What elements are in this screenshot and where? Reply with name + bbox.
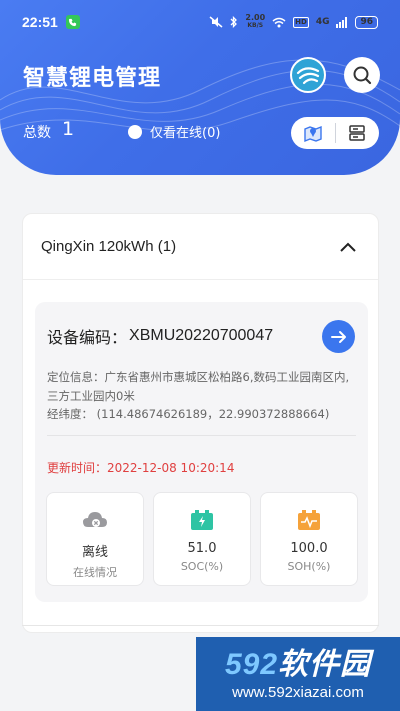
map-view-button[interactable] bbox=[291, 117, 335, 149]
watermark-number: 592 bbox=[224, 647, 279, 681]
update-time: 更新时间：2022-12-08 10:20:14 bbox=[47, 461, 235, 475]
brand-logo-icon bbox=[296, 67, 320, 85]
battery-charge-icon bbox=[190, 509, 214, 531]
page-title: 智慧锂电管理 bbox=[23, 66, 162, 91]
online-only-label: 仅看在线(0) bbox=[150, 126, 221, 141]
bluetooth-icon bbox=[230, 16, 238, 28]
arrow-right-icon bbox=[330, 330, 346, 343]
coordinates: 经纬度： (114.48674626189，22.990372888664) bbox=[47, 407, 330, 421]
header: 22:51 2.00 KB/S HD 4G 96 智慧锂电管理 总数 1 仅看在… bbox=[0, 0, 400, 175]
soh-label: SOH(%) bbox=[287, 560, 331, 573]
phone-call-icon bbox=[65, 15, 80, 29]
map-icon bbox=[304, 125, 322, 143]
signal-icon bbox=[336, 16, 348, 28]
total-count: 1 bbox=[62, 118, 75, 140]
stat-online-status: 离线 在线情况 bbox=[46, 492, 144, 586]
search-icon bbox=[353, 66, 372, 85]
status-icons: 2.00 KB/S HD 4G 96 bbox=[209, 14, 378, 30]
online-status-value: 离线 bbox=[81, 545, 108, 560]
status-time: 22:51 bbox=[22, 14, 58, 30]
soc-label: SOC(%) bbox=[180, 560, 224, 573]
device-group-panel: QingXin 120kWh (1) 设备编码： XBMU20220700047… bbox=[22, 213, 379, 633]
online-status-label: 在线情况 bbox=[73, 566, 117, 579]
stat-soc: 51.0 SOC(%) bbox=[153, 492, 251, 586]
watermark-title: 592软件园 bbox=[225, 648, 371, 682]
group-header[interactable]: QingXin 120kWh (1) bbox=[23, 214, 378, 280]
server-list-icon bbox=[349, 125, 365, 141]
list-view-button[interactable] bbox=[335, 117, 379, 149]
mute-icon bbox=[209, 16, 223, 28]
watermark: 592软件园 www.592xiazai.com bbox=[196, 637, 400, 711]
online-only-toggle[interactable]: 仅看在线(0) bbox=[128, 122, 220, 141]
brand-logo-button[interactable] bbox=[290, 57, 326, 93]
net-speed: 2.00 KB/S bbox=[245, 14, 265, 30]
search-button[interactable] bbox=[344, 57, 380, 93]
radio-icon bbox=[128, 124, 142, 139]
net-speed-unit: KB/S bbox=[247, 22, 264, 29]
hd-badge: HD bbox=[293, 16, 309, 28]
divider bbox=[47, 435, 356, 436]
cloud-offline-icon bbox=[82, 509, 108, 531]
total-label: 总数 bbox=[23, 125, 51, 141]
device-code-value: XBMU20220700047 bbox=[129, 327, 274, 344]
device-stats: 离线 在线情况 51.0 SOC(%) 100.0 SOH(%) bbox=[46, 492, 358, 586]
net-speed-value: 2.00 bbox=[245, 13, 266, 22]
device-detail-button[interactable] bbox=[322, 320, 355, 353]
location-info: 定位信息：广东省惠州市惠城区松柏路6,数码工业园南区内,三方工业园内0米 bbox=[47, 370, 350, 403]
chevron-up-icon[interactable] bbox=[336, 235, 360, 259]
group-title: QingXin 120kWh (1) bbox=[41, 238, 177, 255]
watermark-url: www.592xiazai.com bbox=[232, 683, 364, 701]
soh-value: 100.0 bbox=[290, 541, 328, 556]
stat-soh: 100.0 SOH(%) bbox=[260, 492, 358, 586]
device-code-row: 设备编码： XBMU20220700047 bbox=[47, 324, 273, 348]
wifi-icon bbox=[272, 17, 286, 27]
battery-health-icon bbox=[297, 509, 321, 531]
network-type: 4G bbox=[315, 17, 330, 27]
device-card[interactable]: 设备编码： XBMU20220700047 定位信息：广东省惠州市惠城区松柏路6… bbox=[35, 302, 368, 602]
battery-level: 96 bbox=[355, 15, 378, 29]
view-mode-switch bbox=[291, 117, 379, 149]
watermark-text: 软件园 bbox=[278, 647, 372, 681]
soc-value: 51.0 bbox=[187, 541, 217, 556]
device-code-label: 设备编码： bbox=[47, 328, 128, 347]
